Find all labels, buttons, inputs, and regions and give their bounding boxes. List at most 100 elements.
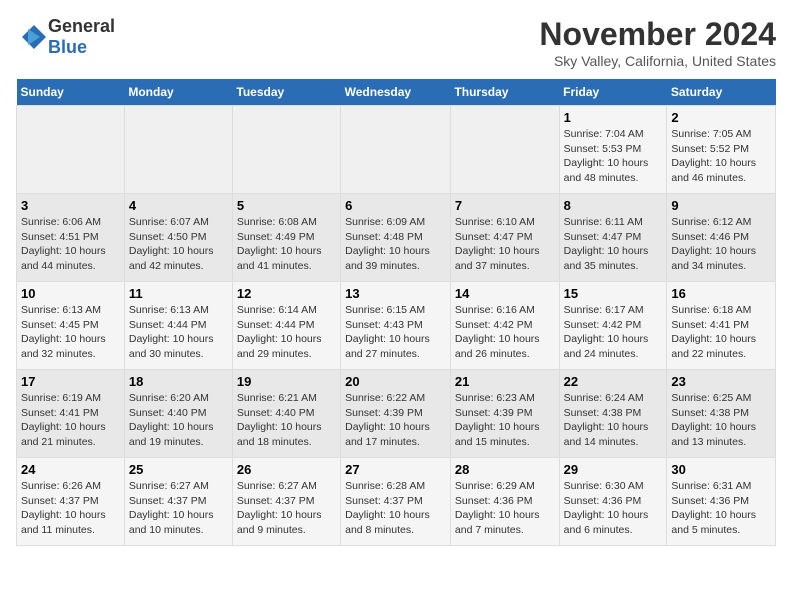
day-info: Sunrise: 6:25 AM Sunset: 4:38 PM Dayligh…	[671, 391, 771, 450]
calendar-cell: 28 Sunrise: 6:29 AM Sunset: 4:36 PM Dayli…	[450, 458, 559, 546]
page-header: General Blue November 2024 Sky Valley, C…	[16, 16, 776, 69]
calendar-cell: 8 Sunrise: 6:11 AM Sunset: 4:47 PM Daylig…	[559, 194, 667, 282]
calendar-cell: 30 Sunrise: 6:31 AM Sunset: 4:36 PM Dayli…	[667, 458, 776, 546]
day-number: 14	[455, 286, 555, 301]
day-info: Sunrise: 6:09 AM Sunset: 4:48 PM Dayligh…	[345, 215, 446, 274]
calendar-cell: 1 Sunrise: 7:04 AM Sunset: 5:53 PM Daylig…	[559, 106, 667, 194]
day-number: 3	[21, 198, 120, 213]
calendar-cell	[450, 106, 559, 194]
calendar-cell	[341, 106, 451, 194]
calendar-cell: 23 Sunrise: 6:25 AM Sunset: 4:38 PM Dayli…	[667, 370, 776, 458]
calendar-cell: 25 Sunrise: 6:27 AM Sunset: 4:37 PM Dayli…	[124, 458, 232, 546]
header-day-wednesday: Wednesday	[341, 79, 451, 106]
day-info: Sunrise: 6:21 AM Sunset: 4:40 PM Dayligh…	[237, 391, 336, 450]
day-number: 25	[129, 462, 228, 477]
week-row-2: 3 Sunrise: 6:06 AM Sunset: 4:51 PM Daylig…	[17, 194, 776, 282]
calendar-cell	[124, 106, 232, 194]
calendar-cell: 12 Sunrise: 6:14 AM Sunset: 4:44 PM Dayli…	[232, 282, 340, 370]
day-info: Sunrise: 6:08 AM Sunset: 4:49 PM Dayligh…	[237, 215, 336, 274]
header-day-thursday: Thursday	[450, 79, 559, 106]
calendar-cell: 7Sunrise: 6:10 AM Sunset: 4:47 PM Daylig…	[450, 194, 559, 282]
day-info: Sunrise: 6:24 AM Sunset: 4:38 PM Dayligh…	[564, 391, 663, 450]
week-row-4: 17 Sunrise: 6:19 AM Sunset: 4:41 PM Dayli…	[17, 370, 776, 458]
header-day-sunday: Sunday	[17, 79, 125, 106]
day-number: 28	[455, 462, 555, 477]
day-info: Sunrise: 6:11 AM Sunset: 4:47 PM Dayligh…	[564, 215, 663, 274]
day-number: 30	[671, 462, 771, 477]
day-info: Sunrise: 6:28 AM Sunset: 4:37 PM Dayligh…	[345, 479, 446, 538]
day-number: 8	[564, 198, 663, 213]
day-info: Sunrise: 6:14 AM Sunset: 4:44 PM Dayligh…	[237, 303, 336, 362]
day-info: Sunrise: 7:04 AM Sunset: 5:53 PM Dayligh…	[564, 127, 663, 186]
day-info: Sunrise: 6:15 AM Sunset: 4:43 PM Dayligh…	[345, 303, 446, 362]
day-number: 15	[564, 286, 663, 301]
day-info: Sunrise: 6:16 AM Sunset: 4:42 PM Dayligh…	[455, 303, 555, 362]
calendar-cell: 13Sunrise: 6:15 AM Sunset: 4:43 PM Dayli…	[341, 282, 451, 370]
day-info: Sunrise: 7:05 AM Sunset: 5:52 PM Dayligh…	[671, 127, 771, 186]
calendar-cell: 10 Sunrise: 6:13 AM Sunset: 4:45 PM Dayli…	[17, 282, 125, 370]
day-info: Sunrise: 6:27 AM Sunset: 4:37 PM Dayligh…	[129, 479, 228, 538]
day-number: 9	[671, 198, 771, 213]
calendar-cell: 29Sunrise: 6:30 AM Sunset: 4:36 PM Dayli…	[559, 458, 667, 546]
logo: General Blue	[16, 16, 115, 58]
day-number: 16	[671, 286, 771, 301]
day-info: Sunrise: 6:22 AM Sunset: 4:39 PM Dayligh…	[345, 391, 446, 450]
calendar-cell: 17 Sunrise: 6:19 AM Sunset: 4:41 PM Dayli…	[17, 370, 125, 458]
page-title: November 2024	[539, 16, 776, 53]
day-number: 12	[237, 286, 336, 301]
day-info: Sunrise: 6:29 AM Sunset: 4:36 PM Dayligh…	[455, 479, 555, 538]
day-number: 27	[345, 462, 446, 477]
week-row-5: 24Sunrise: 6:26 AM Sunset: 4:37 PM Dayli…	[17, 458, 776, 546]
calendar-cell: 27 Sunrise: 6:28 AM Sunset: 4:37 PM Dayli…	[341, 458, 451, 546]
calendar-cell: 20 Sunrise: 6:22 AM Sunset: 4:39 PM Dayli…	[341, 370, 451, 458]
day-info: Sunrise: 6:13 AM Sunset: 4:44 PM Dayligh…	[129, 303, 228, 362]
day-info: Sunrise: 6:06 AM Sunset: 4:51 PM Dayligh…	[21, 215, 120, 274]
day-info: Sunrise: 6:13 AM Sunset: 4:45 PM Dayligh…	[21, 303, 120, 362]
day-number: 17	[21, 374, 120, 389]
day-number: 29	[564, 462, 663, 477]
day-number: 18	[129, 374, 228, 389]
calendar-cell: 5 Sunrise: 6:08 AM Sunset: 4:49 PM Daylig…	[232, 194, 340, 282]
day-info: Sunrise: 6:23 AM Sunset: 4:39 PM Dayligh…	[455, 391, 555, 450]
day-info: Sunrise: 6:18 AM Sunset: 4:41 PM Dayligh…	[671, 303, 771, 362]
day-info: Sunrise: 6:26 AM Sunset: 4:37 PM Dayligh…	[21, 479, 120, 538]
day-number: 22	[564, 374, 663, 389]
calendar-cell: 18 Sunrise: 6:20 AM Sunset: 4:40 PM Dayli…	[124, 370, 232, 458]
calendar-cell: 24Sunrise: 6:26 AM Sunset: 4:37 PM Dayli…	[17, 458, 125, 546]
day-number: 4	[129, 198, 228, 213]
calendar-cell: 3 Sunrise: 6:06 AM Sunset: 4:51 PM Daylig…	[17, 194, 125, 282]
day-number: 6	[345, 198, 446, 213]
day-number: 20	[345, 374, 446, 389]
day-info: Sunrise: 6:19 AM Sunset: 4:41 PM Dayligh…	[21, 391, 120, 450]
day-info: Sunrise: 6:17 AM Sunset: 4:42 PM Dayligh…	[564, 303, 663, 362]
day-info: Sunrise: 6:12 AM Sunset: 4:46 PM Dayligh…	[671, 215, 771, 274]
day-number: 2	[671, 110, 771, 125]
calendar-cell: 14 Sunrise: 6:16 AM Sunset: 4:42 PM Dayli…	[450, 282, 559, 370]
calendar-cell: 11 Sunrise: 6:13 AM Sunset: 4:44 PM Dayli…	[124, 282, 232, 370]
calendar-cell	[17, 106, 125, 194]
calendar-cell: 19Sunrise: 6:21 AM Sunset: 4:40 PM Dayli…	[232, 370, 340, 458]
day-info: Sunrise: 6:31 AM Sunset: 4:36 PM Dayligh…	[671, 479, 771, 538]
day-number: 23	[671, 374, 771, 389]
header-day-friday: Friday	[559, 79, 667, 106]
day-info: Sunrise: 6:10 AM Sunset: 4:47 PM Dayligh…	[455, 215, 555, 274]
calendar-cell	[232, 106, 340, 194]
week-row-3: 10 Sunrise: 6:13 AM Sunset: 4:45 PM Dayli…	[17, 282, 776, 370]
calendar-cell: 16 Sunrise: 6:18 AM Sunset: 4:41 PM Dayli…	[667, 282, 776, 370]
day-number: 26	[237, 462, 336, 477]
title-block: November 2024 Sky Valley, California, Un…	[539, 16, 776, 69]
calendar-cell: 9 Sunrise: 6:12 AM Sunset: 4:46 PM Daylig…	[667, 194, 776, 282]
logo-blue-text: Blue	[48, 37, 87, 57]
day-info: Sunrise: 6:20 AM Sunset: 4:40 PM Dayligh…	[129, 391, 228, 450]
day-number: 21	[455, 374, 555, 389]
calendar-cell: 6 Sunrise: 6:09 AM Sunset: 4:48 PM Daylig…	[341, 194, 451, 282]
day-number: 11	[129, 286, 228, 301]
day-number: 1	[564, 110, 663, 125]
day-info: Sunrise: 6:07 AM Sunset: 4:50 PM Dayligh…	[129, 215, 228, 274]
calendar-header-row: SundayMondayTuesdayWednesdayThursdayFrid…	[17, 79, 776, 106]
calendar-table: SundayMondayTuesdayWednesdayThursdayFrid…	[16, 79, 776, 546]
day-info: Sunrise: 6:27 AM Sunset: 4:37 PM Dayligh…	[237, 479, 336, 538]
day-number: 10	[21, 286, 120, 301]
week-row-1: 1 Sunrise: 7:04 AM Sunset: 5:53 PM Daylig…	[17, 106, 776, 194]
day-number: 5	[237, 198, 336, 213]
